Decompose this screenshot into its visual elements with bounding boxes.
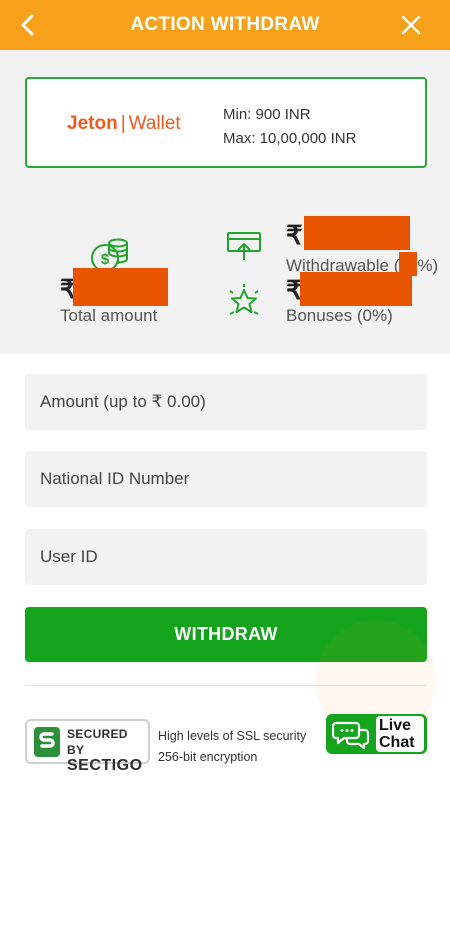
withdraw-screen-icon [226, 230, 262, 262]
withdrawable-value-redacted [304, 216, 410, 250]
bonuses-value-redacted [300, 272, 412, 306]
chat-bubbles-icon [332, 721, 370, 750]
badge-line2: SECTIGO [67, 757, 143, 774]
limits-text: Min: 900 INR Max: 10,00,000 INR [223, 103, 356, 151]
star-icon [226, 283, 262, 317]
divider [25, 685, 427, 686]
live-chat-label: Live Chat [376, 716, 424, 752]
chevron-left-icon [21, 14, 34, 36]
withdraw-button[interactable]: WITHDRAW [25, 607, 427, 662]
min-limit: Min: 900 INR [223, 106, 311, 123]
sectigo-badge: SECURED BY SECTIGO [25, 719, 150, 774]
payment-method-card[interactable]: Jeton | Wallet Min: 900 INR Max: 10,00,000… [25, 77, 427, 168]
ssl-line1: High levels of SSL security [158, 729, 307, 743]
close-button[interactable] [398, 12, 424, 38]
amount-input[interactable]: Amount (up to ₹ 0.00) [25, 374, 427, 430]
header-bar [0, 0, 450, 50]
user-id-input[interactable]: User ID [25, 529, 427, 585]
sectigo-shield-icon [34, 727, 60, 757]
total-amount-value-redacted [73, 268, 168, 306]
jeton-wallet-logo: Jeton | Wallet [67, 113, 181, 134]
badge-line1: SECURED BY [67, 727, 128, 757]
withdrawable-currency-symbol: ₹ [286, 220, 303, 250]
live-chat-button[interactable]: Live Chat [326, 714, 427, 754]
bonuses-label: Bonuses (0%) [286, 306, 393, 325]
back-button[interactable] [14, 10, 42, 40]
max-limit: Max: 10,00,000 INR [223, 130, 357, 147]
total-amount-label: Total amount [60, 306, 158, 325]
national-id-input[interactable]: National ID Number [25, 451, 427, 507]
ssl-line2: 256-bit encryption [158, 750, 258, 764]
ssl-info: High levels of SSL security 256-bit encr… [158, 726, 306, 768]
close-icon [401, 15, 421, 35]
